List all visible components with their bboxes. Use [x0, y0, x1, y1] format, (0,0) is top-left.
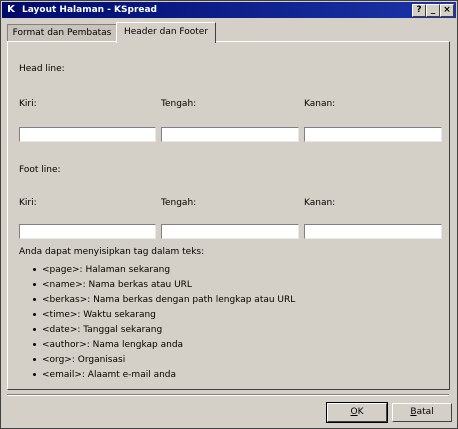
tag-description: <author>: Nama lengkap anda — [42, 340, 184, 350]
head-center-label: Tengah: — [161, 99, 197, 109]
tag-description: <page>: Halaman sekarang — [42, 265, 171, 275]
ok-mnemonic: O — [350, 407, 358, 417]
tag-description: <org>: Organisasi — [42, 355, 126, 365]
head-right-label: Kanan: — [304, 99, 336, 109]
cancel-button[interactable]: Batal — [392, 403, 452, 422]
bullet-icon — [33, 313, 36, 316]
foot-line-label: Foot line: — [19, 165, 61, 175]
button-separator — [7, 394, 449, 396]
foot-right-label: Kanan: — [304, 198, 336, 208]
head-line-label: Head line: — [19, 64, 65, 74]
foot-left-input[interactable] — [19, 224, 156, 239]
tag-description: <name>: Nama berkas atau URL — [42, 280, 192, 290]
list-item: <time>: Waktu sekarang — [33, 308, 295, 323]
window-title: Layout Halaman - KSpread — [22, 5, 158, 15]
list-item: <org>: Organisasi — [33, 353, 295, 368]
header-footer-panel: Head line: Kiri: Tengah: Kanan: Foot lin… — [7, 41, 450, 390]
foot-right-input[interactable] — [304, 224, 442, 239]
list-item: <email>: Alaamt e-mail anda — [33, 368, 295, 383]
bullet-icon — [33, 298, 36, 301]
head-center-input[interactable] — [161, 127, 299, 142]
tab-format-pembatas[interactable]: Format dan Pembatas — [7, 24, 117, 42]
ok-button[interactable]: OK — [326, 402, 388, 423]
foot-center-label: Tengah: — [161, 198, 197, 208]
head-left-input[interactable] — [19, 127, 156, 142]
tag-list: <page>: Halaman sekarang <name>: Nama be… — [33, 263, 295, 383]
head-left-label: Kiri: — [19, 99, 37, 109]
tag-description: <email>: Alaamt e-mail anda — [42, 370, 177, 380]
minimize-icon[interactable]: _ — [426, 4, 440, 17]
bullet-icon — [33, 268, 36, 271]
list-item: <berkas>: Nama berkas dengan path lengka… — [33, 293, 295, 308]
bullet-icon — [33, 358, 36, 361]
bullet-icon — [33, 283, 36, 286]
kde-app-icon: K — [7, 4, 15, 15]
close-icon[interactable]: × — [440, 4, 454, 17]
cancel-label-rest: atal — [416, 407, 434, 417]
tab-header-footer[interactable]: Header dan Footer — [116, 22, 216, 43]
bullet-icon — [33, 343, 36, 346]
list-item: <name>: Nama berkas atau URL — [33, 278, 295, 293]
dialog-window: K Layout Halaman - KSpread ? _ × Format … — [0, 0, 458, 429]
bullet-icon — [33, 373, 36, 376]
help-icon[interactable]: ? — [412, 4, 426, 17]
head-right-input[interactable] — [304, 127, 442, 142]
list-item: <author>: Nama lengkap anda — [33, 338, 295, 353]
tags-intro-text: Anda dapat menyisipkan tag dalam teks: — [19, 247, 205, 257]
tag-description: <berkas>: Nama berkas dengan path lengka… — [42, 295, 296, 305]
list-item: <date>: Tanggal sekarang — [33, 323, 295, 338]
title-bar[interactable]: K Layout Halaman - KSpread ? _ × — [2, 2, 456, 18]
foot-left-label: Kiri: — [19, 198, 37, 208]
foot-center-input[interactable] — [161, 224, 299, 239]
ok-label-rest: K — [357, 407, 364, 417]
tag-description: <time>: Waktu sekarang — [42, 310, 156, 320]
bullet-icon — [33, 328, 36, 331]
list-item: <page>: Halaman sekarang — [33, 263, 295, 278]
tag-description: <date>: Tanggal sekarang — [42, 325, 163, 335]
